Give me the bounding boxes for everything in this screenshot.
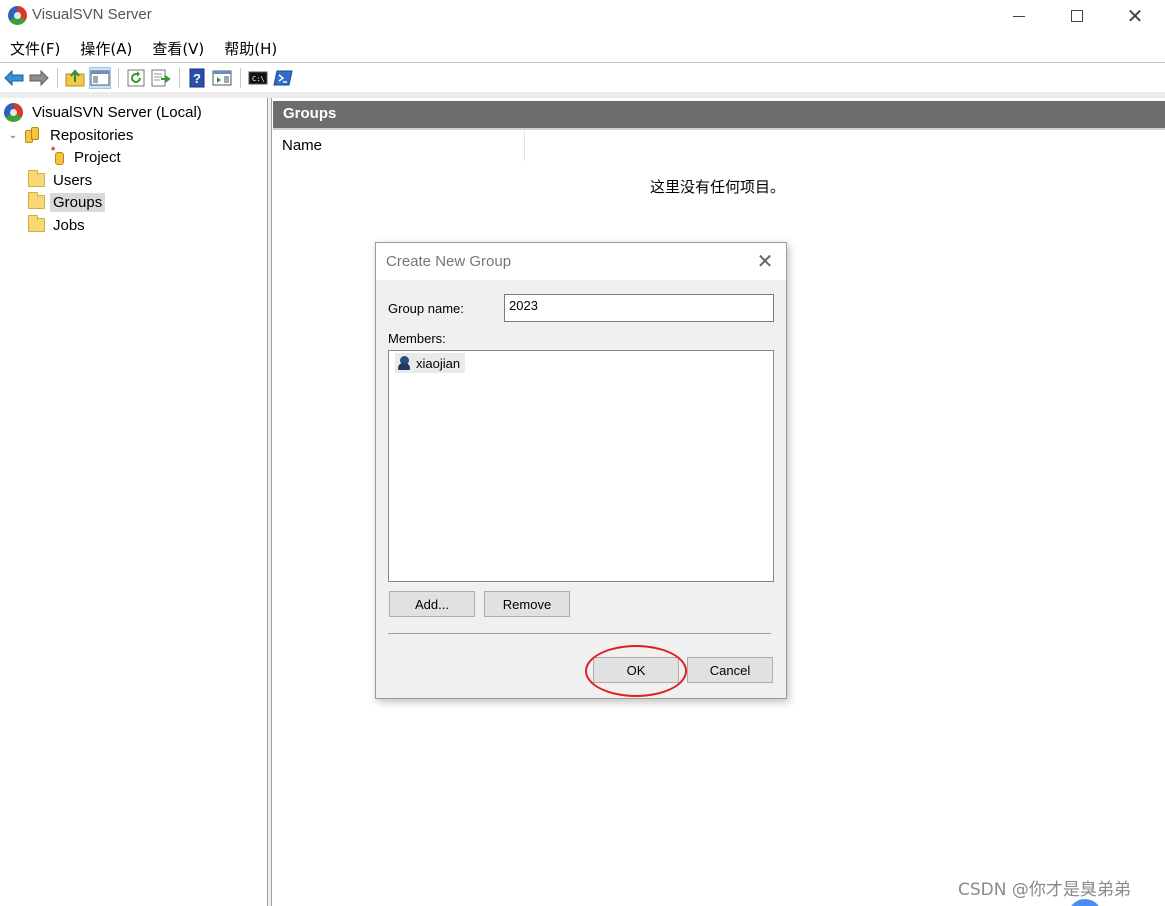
add-member-button[interactable]: Add... (389, 591, 475, 617)
pane-title: Groups (273, 101, 1165, 128)
tree-item-jobs[interactable]: Jobs (28, 214, 88, 236)
help-button[interactable]: ? (186, 67, 208, 89)
folder-icon (28, 215, 45, 232)
new-repository-icon: * (51, 145, 66, 166)
members-list[interactable]: xiaojian (388, 350, 774, 582)
powershell-button[interactable] (272, 67, 294, 89)
powershell-icon (273, 70, 293, 86)
cancel-button[interactable]: Cancel (687, 657, 773, 683)
pane-splitter[interactable] (268, 98, 272, 906)
user-icon (397, 356, 411, 370)
ok-button[interactable]: OK (593, 657, 679, 683)
member-name: xiaojian (416, 355, 461, 371)
tree-item-repositories[interactable]: ⌄ Repositories (8, 124, 136, 146)
list-column-header: Name (273, 131, 1165, 161)
maximize-icon (1071, 10, 1083, 22)
visualsvn-logo-icon (8, 6, 27, 25)
dialog-divider (388, 633, 771, 634)
toolbar: ? C:\ (0, 64, 1165, 92)
tree-item-users[interactable]: Users (28, 169, 95, 191)
svg-text:C:\: C:\ (252, 75, 265, 83)
tree-item-label: Project (74, 148, 121, 166)
dialog-title-bar: Create New Group ✕ (376, 243, 786, 280)
close-icon: ✕ (1126, 4, 1144, 28)
action-pane-button[interactable] (211, 67, 233, 89)
remove-member-button[interactable]: Remove (484, 591, 570, 617)
list-item[interactable]: xiaojian (395, 353, 466, 373)
tree-item-label: VisualSVN Server (Local) (32, 103, 202, 121)
tree-item-server[interactable]: VisualSVN Server (Local) (4, 101, 205, 123)
members-label: Members: (388, 331, 446, 346)
title-bar: VisualSVN Server ✕ (0, 0, 1165, 32)
window-title: VisualSVN Server (32, 6, 152, 23)
back-button[interactable] (3, 67, 25, 89)
pane-title-underline (273, 128, 1165, 130)
forward-button[interactable] (28, 67, 50, 89)
export-list-button[interactable] (150, 67, 172, 89)
minimize-icon (1013, 15, 1025, 17)
chevron-down-icon[interactable]: ⌄ (8, 130, 18, 141)
command-prompt-icon: C:\ (248, 71, 268, 85)
toolbar-separator (179, 68, 180, 88)
show-hide-tree-icon (90, 70, 110, 86)
show-hide-tree-button[interactable] (89, 67, 111, 89)
tree-item-label: Jobs (53, 216, 85, 234)
group-name-label: Group name: (388, 301, 464, 316)
folder-icon (28, 170, 45, 187)
tree-item-label: Users (53, 171, 93, 189)
menu-help[interactable]: 帮助(H) (214, 36, 287, 62)
toolbar-separator (57, 68, 58, 88)
tree-item-project[interactable]: * Project (51, 145, 124, 168)
forward-arrow-icon (29, 70, 49, 86)
folder-icon (28, 192, 45, 209)
maximize-button[interactable] (1048, 0, 1106, 32)
dialog-title: Create New Group (386, 253, 512, 270)
repositories-icon (24, 126, 42, 144)
help-icon: ? (189, 68, 205, 88)
refresh-icon (127, 69, 145, 87)
action-pane-icon (212, 70, 232, 86)
refresh-button[interactable] (125, 67, 147, 89)
back-arrow-icon (4, 70, 24, 86)
tree-item-groups[interactable]: Groups (28, 191, 106, 213)
menu-action[interactable]: 操作(A) (70, 36, 142, 62)
visualsvn-window: VisualSVN Server ✕ 文件(F) 操作(A) 查看(V) 帮助(… (0, 0, 1165, 906)
visualsvn-server-icon (4, 102, 23, 122)
close-button[interactable]: ✕ (1106, 0, 1164, 32)
minimize-button[interactable] (990, 0, 1048, 32)
dialog-close-button[interactable]: ✕ (754, 249, 776, 273)
toolbar-separator (240, 68, 241, 88)
menu-view[interactable]: 查看(V) (142, 36, 214, 62)
up-one-level-button[interactable] (64, 67, 86, 89)
empty-list-message: 这里没有任何项目。 (650, 178, 786, 196)
console-tree: VisualSVN Server (Local) ⌄ Repositories … (0, 98, 268, 906)
menu-bar: 文件(F) 操作(A) 查看(V) 帮助(H) (0, 36, 287, 62)
group-name-input[interactable]: 2023 (504, 294, 774, 322)
column-header-name[interactable]: Name (282, 137, 322, 154)
create-new-group-dialog: Create New Group ✕ Group name: 2023 Memb… (375, 242, 787, 699)
toolbar-separator (118, 68, 119, 88)
tree-item-label: Repositories (50, 126, 134, 144)
tree-item-label: Groups (50, 192, 106, 212)
export-list-icon (151, 69, 171, 87)
watermark: CSDN @你才是臭弟弟 (958, 880, 1131, 900)
menu-divider (0, 62, 1165, 63)
svg-text:?: ? (193, 71, 201, 86)
command-prompt-button[interactable]: C:\ (247, 67, 269, 89)
column-resize-handle[interactable] (524, 131, 525, 161)
up-folder-icon (65, 69, 85, 87)
menu-file[interactable]: 文件(F) (0, 36, 70, 62)
